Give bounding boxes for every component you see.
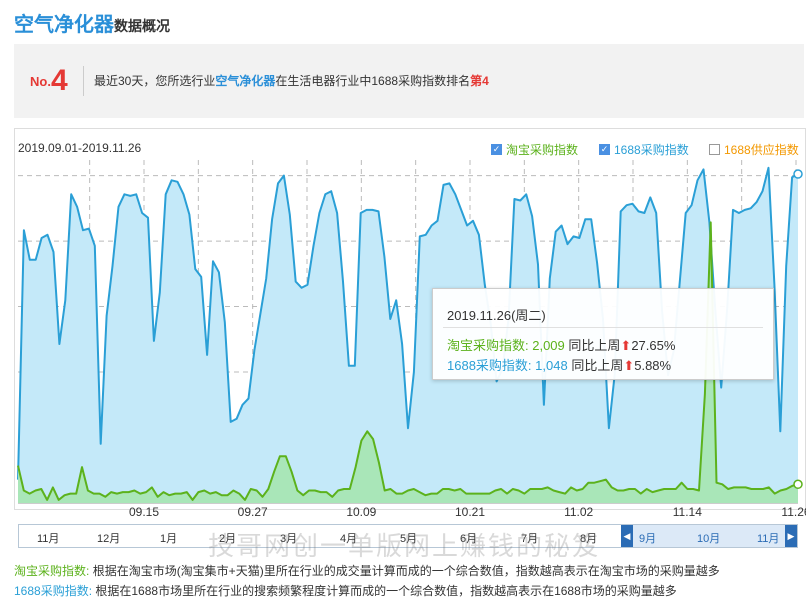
arrow-up-icon: ⬆ [623,358,635,373]
rank-banner: No.4 最近30天，您所选行业空气净化器在生活电器行业中1688采购指数排名第… [14,44,804,118]
tooltip-divider [443,327,763,328]
navigator-month: 11月 [37,533,60,545]
legend-1688-supply[interactable]: 1688供应指数 [709,141,799,158]
chevron-right-icon[interactable]: ▶ [785,525,797,547]
legend-taobao[interactable]: ✓ 淘宝采购指数 [491,141,578,158]
navigator-month: 1月 [160,533,178,545]
tooltip-row-taobao: 淘宝采购指数: 2,009 同比上周⬆27.65% [447,338,676,353]
description-taobao: 淘宝采购指数: 根据在淘宝市场(淘宝集市+天猫)里所在行业的成交量计算而成的一个… [14,564,720,578]
navigator-month: 10月 [697,533,721,545]
navigator-month: 4月 [340,533,358,545]
page-title: 空气净化器数据概况 [14,8,170,37]
navigator-month: 8月 [580,533,598,545]
rank-divider [83,66,84,96]
series-end-point-0 [793,169,803,179]
navigator-month: 11月 [757,533,780,545]
checkbox-icon[interactable]: ✓ [491,144,502,155]
description-1688: 1688采购指数: 根据在1688市场里所在行业的搜索频繁程度计算而成的一个综合… [14,584,677,598]
x-tick-label: 09.27 [238,505,268,519]
navigator-month: 6月 [460,533,478,545]
rank-label: 第4 [470,74,489,88]
x-axis-ticks: 09.15 09.27 10.09 10.21 11.02 11.14 11.26 [129,505,806,519]
checkbox-icon[interactable]: ✓ [599,144,610,155]
title-subtitle: 数据概况 [114,18,170,34]
chevron-left-icon[interactable]: ◀ [621,525,633,547]
tooltip-row-1688: 1688采购指数: 1,048 同比上周⬆5.88% [447,358,672,373]
chart-tooltip: 2019.11.26(周二) 淘宝采购指数: 2,009 同比上周⬆27.65%… [432,288,774,380]
navigator-month: 7月 [521,533,539,545]
x-tick-label: 10.21 [455,505,485,519]
navigator-month: 9月 [639,533,657,545]
date-range: 2019.09.01-2019.11.26 [18,141,142,155]
tooltip-date: 2019.11.26(周二) [447,308,546,323]
x-tick-label: 11.14 [673,505,702,519]
range-navigator[interactable]: ◀ ▶ 11月 12月 1月 2月 3月 4月 5月 6月 7月 8月 9月 1… [18,524,798,548]
x-tick-label: 10.09 [346,505,376,519]
industry-title: 空气净化器 [14,14,114,36]
navigator-month: 2月 [219,533,237,545]
navigator-month: 3月 [280,533,298,545]
x-tick-label: 11.02 [564,505,593,519]
navigator-month: 12月 [97,533,121,545]
legend-1688-purchase[interactable]: ✓ 1688采购指数 [599,141,689,158]
rank-number: No.4 [30,64,68,97]
navigator-month: 5月 [400,533,418,545]
rank-description: 最近30天，您所选行业空气净化器在生活电器行业中1688采购指数排名第4 [94,74,489,88]
arrow-up-icon: ⬆ [620,338,632,353]
x-tick-label: 09.15 [129,505,159,519]
rank-industry: 空气净化器 [215,74,276,88]
series-end-point-1 [793,479,803,490]
x-tick-label: 11.26 [781,505,806,519]
checkbox-icon[interactable] [709,144,720,155]
